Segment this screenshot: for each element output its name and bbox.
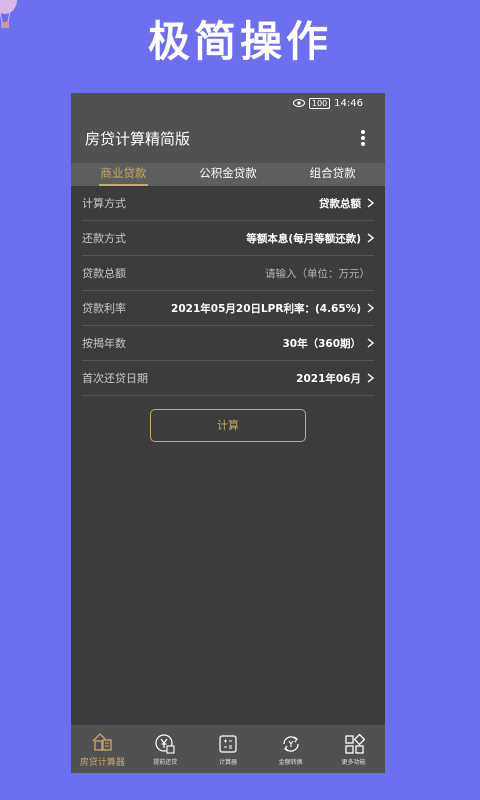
nav-label: 金额转换 (278, 758, 303, 766)
loan-amount-row[interactable]: 贷款总额 请输入（单位：万元） (82, 256, 374, 291)
calculator-icon (219, 734, 237, 753)
first-repayment-date-row[interactable]: 首次还贷日期 2021年06月 (82, 361, 374, 396)
loan-type-tabs: 商业贷款 公积金贷款 组合贷款 (71, 163, 385, 186)
mortgage-years-label: 按揭年数 (82, 337, 126, 350)
repayment-method-row[interactable]: 还款方式 等额本息(每月等额还款) (82, 221, 374, 256)
calc-method-label: 计算方式 (82, 197, 126, 210)
first-repayment-date-label: 首次还贷日期 (82, 372, 148, 385)
calc-method-row[interactable]: 计算方式 贷款总额 (82, 186, 374, 221)
repayment-method-value: 等额本息(每月等额还款) (246, 232, 361, 245)
loan-amount-label: 贷款总额 (82, 267, 126, 280)
loan-rate-value: 2021年05月20日LPR利率：(4.65%) (171, 302, 361, 315)
loan-rate-row[interactable]: 贷款利率 2021年05月20日LPR利率：(4.65%) (82, 291, 374, 326)
nav-label: 提前还贷 (153, 758, 178, 766)
loan-rate-label: 贷款利率 (82, 302, 126, 315)
overflow-menu-icon[interactable] (355, 128, 371, 148)
nav-item-house-calculator[interactable]: 房贷计算器 (71, 725, 134, 773)
chevron-right-icon (367, 198, 374, 208)
app-bar: 房贷计算精简版 (71, 113, 385, 163)
calc-method-value: 贷款总额 (319, 197, 361, 210)
loan-amount-input[interactable]: 请输入（单位：万元） (265, 266, 370, 281)
tab-commercial-loan[interactable]: 商业贷款 (71, 163, 176, 186)
tab-combined-loan[interactable]: 组合贷款 (280, 163, 385, 186)
battery-icon: 100 (308, 97, 331, 109)
chevron-right-icon (367, 338, 374, 348)
first-repayment-date-value: 2021年06月 (296, 372, 361, 385)
nav-label: 房贷计算器 (79, 757, 125, 768)
nav-item-currency-exchange[interactable]: 金额转换 (259, 725, 322, 773)
status-time: 14:46 (334, 97, 363, 109)
nav-item-more-functions[interactable]: 更多功能 (322, 725, 385, 773)
nav-label: 更多功能 (341, 758, 366, 766)
yuan-coin-icon (155, 733, 175, 754)
tab-provident-fund-loan[interactable]: 公积金贷款 (176, 163, 281, 186)
chevron-right-icon (367, 233, 374, 243)
more-functions-icon (344, 733, 365, 754)
promo-headline: 极简操作 (147, 17, 332, 66)
bottom-nav: 房贷计算器 提前还贷 计算器 金额转换 更多功能 (71, 725, 385, 773)
calculate-button[interactable]: 计算 (150, 409, 306, 442)
chevron-right-icon (367, 373, 374, 383)
eye-icon (292, 99, 305, 107)
nav-item-calculator[interactable]: 计算器 (197, 725, 260, 773)
nav-label: 计算器 (218, 758, 237, 766)
app-title: 房贷计算精简版 (85, 129, 191, 148)
phone-screen: 100 14:46 房贷计算精简版 商业贷款 公积金贷款 组合贷款 计算方式 贷… (71, 93, 385, 773)
repayment-method-label: 还款方式 (82, 232, 126, 245)
mortgage-years-row[interactable]: 按揭年数 30年（360期） (82, 326, 374, 361)
status-bar: 100 14:46 (71, 93, 385, 113)
chevron-right-icon (367, 303, 374, 313)
nav-item-early-repayment[interactable]: 提前还贷 (134, 725, 197, 773)
currency-exchange-icon (283, 735, 299, 752)
house-calculator-icon (92, 732, 113, 751)
mortgage-years-value: 30年（360期） (282, 337, 361, 350)
loan-form: 计算方式 贷款总额 还款方式 等额本息(每月等额还款) 贷款总额 请输入（单位：… (71, 186, 385, 396)
